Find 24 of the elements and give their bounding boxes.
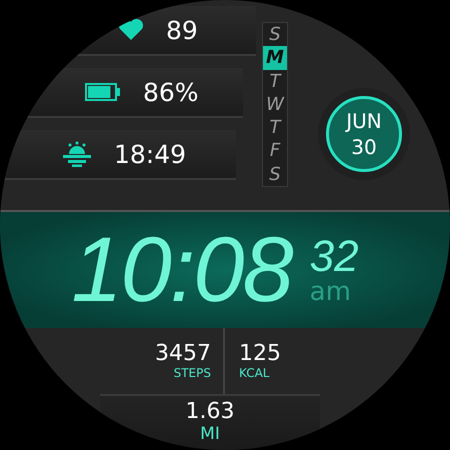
stat-value: 86% [143, 78, 200, 106]
period-label: am [310, 279, 352, 305]
stat-value: 89 [166, 16, 199, 44]
weekday-label: S [268, 162, 282, 186]
distance-unit: MI [200, 424, 220, 444]
sunset-icon [62, 141, 92, 167]
distance-value: 1.63 [186, 400, 234, 424]
seconds-display: 32 [310, 235, 359, 279]
month-label: JUN [346, 108, 382, 134]
day-number: 30 [351, 134, 377, 160]
activity-value: 3457 [155, 342, 211, 366]
activity-value: 125 [239, 342, 281, 366]
battery-icon [85, 83, 121, 101]
weekday-label: T [268, 70, 283, 93]
weekday-label: S [268, 23, 282, 46]
weekday-label: W [265, 92, 286, 116]
time-display: 10:08 [71, 224, 292, 316]
weekday-label: F [268, 139, 282, 163]
stat-value: 18:49 [114, 140, 186, 168]
activity-unit: STEPS [174, 366, 211, 380]
weekday-label: T [268, 116, 283, 140]
heart-icon [118, 19, 144, 41]
weekday-label: M [263, 46, 287, 70]
activity-unit: KCAL [239, 366, 270, 380]
